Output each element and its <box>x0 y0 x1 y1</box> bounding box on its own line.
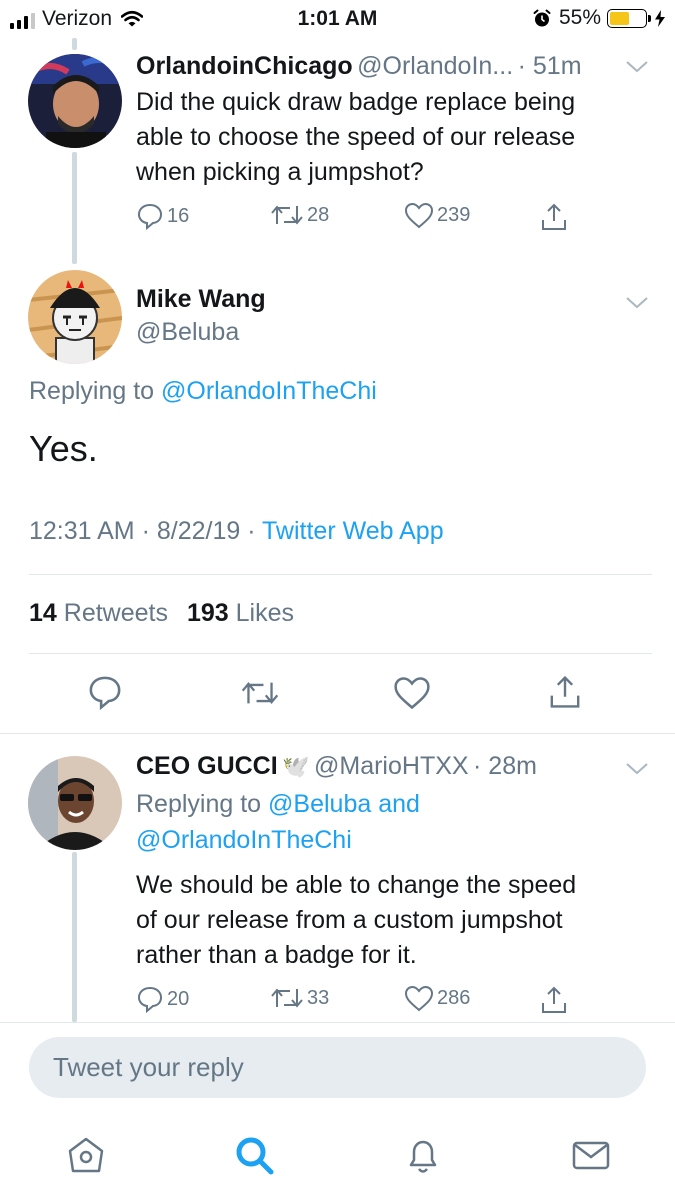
main-like-icon[interactable] <box>393 676 431 710</box>
tweet1-chevron-down-icon[interactable] <box>625 60 649 74</box>
search-icon[interactable] <box>232 1133 276 1177</box>
main-retweet-icon[interactable] <box>240 678 280 708</box>
reply-icon <box>137 986 163 1013</box>
retweet-icon <box>271 988 303 1008</box>
avatar-mike-wang[interactable] <box>28 270 122 364</box>
alarm-icon <box>533 9 551 26</box>
retweets-count: 14 <box>29 599 57 627</box>
tweet1-like-button[interactable]: 239 <box>404 202 470 229</box>
status-right: 55% <box>533 6 665 30</box>
retweet-icon <box>271 205 303 225</box>
main-tweet-text: Yes. <box>29 428 98 469</box>
tweet3-reply-button[interactable]: 20 <box>136 985 189 1013</box>
tweet3-time: · 28m <box>473 752 537 780</box>
tweet3-header: CEO GUCCI 🕊️ @MarioHTXX · 28m <box>136 752 537 781</box>
main-tweet-chevron-down-icon[interactable] <box>625 296 649 310</box>
tweet1-share-button[interactable] <box>539 202 569 232</box>
main-tweet-replying-to: Replying to @OrlandoInTheChi <box>29 377 377 406</box>
avatar-ceo-gucci[interactable] <box>28 756 122 850</box>
tweet-reply-input[interactable]: Tweet your reply <box>29 1037 646 1098</box>
retweets-stat[interactable]: 14 Retweets <box>29 599 168 627</box>
replying-to-beluba-link[interactable]: @Beluba <box>268 790 371 818</box>
likes-label: Likes <box>235 599 294 627</box>
main-tweet-timestamp: 12:31 AM · 8/22/19 · <box>29 517 263 545</box>
tweet3-like-count: 286 <box>437 987 471 1009</box>
tweet1-reply-button[interactable]: 16 <box>136 202 189 230</box>
main-reply-icon[interactable] <box>87 674 123 710</box>
main-tweet-actions <box>0 674 675 714</box>
tweet3-retweet-button[interactable]: 33 <box>270 985 329 1011</box>
main-share-icon[interactable] <box>547 674 583 710</box>
tweet3-actions: 20 33 286 <box>0 985 675 1015</box>
tweet3-author-handle[interactable]: @MarioHTXX <box>314 752 469 780</box>
bottom-tab-bar <box>0 1118 675 1200</box>
retweets-label: Retweets <box>63 599 168 627</box>
share-icon <box>542 203 566 230</box>
tweet3-reply-count: 20 <box>167 987 190 1010</box>
carrier-name: Verizon <box>42 7 113 30</box>
tweet1-text-line: Did the quick draw badge replace being <box>136 88 576 116</box>
tweet3-text-line: of our release from a custom jumpshot <box>136 906 563 934</box>
tweet3-chevron-down-icon[interactable] <box>625 762 649 776</box>
tweet3-retweet-count: 33 <box>307 986 330 1009</box>
tweet3-text-line: We should be able to change the speed <box>136 871 577 899</box>
replying-to-handle-link[interactable]: @OrlandoInTheChi <box>161 377 377 405</box>
tweet3-text: We should be able to change the speed of… <box>136 868 576 973</box>
thread-line <box>72 38 77 50</box>
share-icon <box>542 986 566 1013</box>
tweet1-time: · 51m <box>517 52 582 80</box>
tweet1-author-name[interactable]: OrlandoinChicago <box>136 52 353 80</box>
notifications-icon[interactable] <box>401 1133 445 1177</box>
wifi-icon <box>121 10 144 27</box>
messages-icon[interactable] <box>569 1133 613 1177</box>
divider <box>29 653 652 654</box>
status-left: Verizon <box>10 7 144 31</box>
main-tweet-author-name[interactable]: Mike Wang <box>136 285 266 314</box>
like-icon <box>404 202 434 229</box>
tweet1-retweet-button[interactable]: 28 <box>270 202 329 228</box>
signal-icon <box>10 9 35 29</box>
tweet1-text-line: when picking a jumpshot? <box>136 158 424 186</box>
reply-icon <box>137 203 163 230</box>
dove-emoji: 🕊️ <box>282 754 310 779</box>
charging-icon <box>655 9 665 27</box>
tweet1-author-handle[interactable]: @OrlandoIn... <box>357 52 513 80</box>
reply-bar-divider <box>0 1022 675 1023</box>
main-tweet-author-handle[interactable]: @Beluba <box>136 318 239 347</box>
tweet1-text-line: able to choose the speed of our release <box>136 123 576 151</box>
divider <box>29 574 652 575</box>
main-tweet-source-link[interactable]: Twitter Web App <box>262 517 444 545</box>
tweet1-actions: 16 28 239 <box>0 202 675 232</box>
tweet3-author-name[interactable]: CEO GUCCI <box>136 752 278 780</box>
tweet1-header: OrlandoinChicago @OrlandoIn... · 51m <box>136 52 582 81</box>
likes-count: 193 <box>186 599 229 627</box>
battery-icon <box>607 8 651 28</box>
replying-to-and: and <box>378 790 420 818</box>
replying-to-label: Replying to <box>136 790 262 818</box>
likes-stat[interactable]: 193 Likes <box>187 599 294 627</box>
tweet3-text-line: rather than a badge for it. <box>136 941 417 969</box>
main-tweet-stats: 14 Retweets 193 Likes <box>29 599 294 628</box>
main-tweet-meta: 12:31 AM · 8/22/19 · Twitter Web App <box>29 517 444 546</box>
tweet3-share-button[interactable] <box>539 985 569 1015</box>
tweet3-like-button[interactable]: 286 <box>404 985 470 1012</box>
tweet1-reply-count: 16 <box>167 204 190 227</box>
home-icon[interactable] <box>64 1133 108 1177</box>
divider <box>0 733 675 734</box>
tweet1-retweet-count: 28 <box>307 203 330 226</box>
avatar-orlandoinchicago[interactable] <box>28 54 122 148</box>
tweet1-text: Did the quick draw badge replace being a… <box>136 85 575 190</box>
replying-to-orlando-link[interactable]: @OrlandoInTheChi <box>136 826 352 854</box>
replying-to-label: Replying to <box>29 377 155 405</box>
battery-percentage: 55% <box>558 6 601 29</box>
tweet3-replying-to: Replying to @Beluba and @OrlandoInTheChi <box>136 786 636 858</box>
tweet1-like-count: 239 <box>437 204 471 226</box>
status-bar: Verizon 1:01 AM 55% <box>0 0 675 38</box>
like-icon <box>404 985 434 1012</box>
